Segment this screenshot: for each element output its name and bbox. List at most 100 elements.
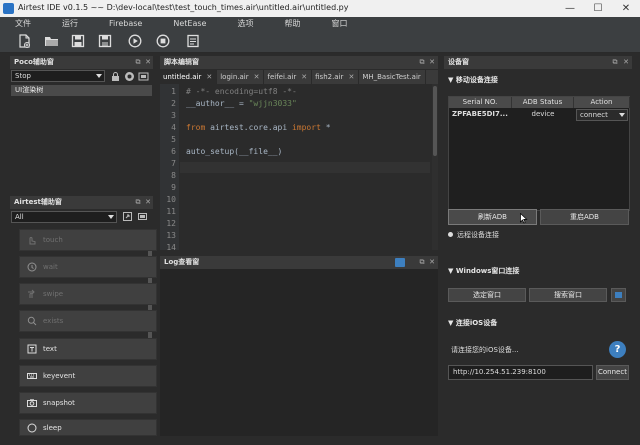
menu-netease[interactable]: NetEase — [173, 17, 206, 31]
log-view[interactable] — [160, 269, 438, 436]
swipe-icon — [26, 289, 37, 300]
window-settings-icon[interactable] — [611, 288, 626, 302]
settings-icon[interactable] — [137, 211, 148, 222]
hand-icon — [26, 235, 37, 246]
text-button[interactable]: text — [19, 338, 157, 360]
code-line-4: from airtest.core.api import * — [186, 123, 331, 132]
tab-feifei[interactable]: feifei.air ✕ — [264, 70, 313, 84]
code-line-6: auto_setup(__file__) — [186, 147, 283, 156]
airtest-panel-title: Airtest辅助窗 — [14, 198, 62, 206]
close-panel-icon[interactable]: ✕ — [427, 256, 437, 269]
close-icon[interactable]: ✕ — [301, 73, 307, 81]
close-panel-icon[interactable]: ✕ — [427, 56, 437, 69]
log-panel-title: Log查看窗 — [164, 258, 200, 266]
float-panel-icon[interactable]: ⧉ — [417, 256, 427, 269]
sleep-button[interactable]: sleep — [19, 419, 157, 436]
close-window-button[interactable]: ✕ — [612, 0, 640, 17]
lock-icon[interactable] — [110, 71, 121, 82]
chevron-down-icon — [96, 74, 102, 78]
record-icon[interactable] — [122, 211, 133, 222]
select-window-button[interactable]: 选定窗口 — [448, 288, 526, 302]
menu-firebase[interactable]: Firebase — [109, 17, 142, 31]
wait-button[interactable]: wait — [19, 256, 157, 278]
close-panel-icon[interactable]: ✕ — [143, 196, 153, 209]
run-icon[interactable] — [127, 33, 143, 49]
menu-bar: 文件 运行 Firebase NetEase 选项 帮助 窗口 — [0, 17, 640, 31]
remote-connect-toggle[interactable]: 远程设备连接 — [448, 230, 499, 240]
float-panel-icon[interactable]: ⧉ — [133, 56, 143, 69]
tab-fish2[interactable]: fish2.air ✕ — [312, 70, 360, 84]
restart-adb-button[interactable]: 重启ADB — [540, 209, 629, 225]
close-icon[interactable]: ✕ — [254, 73, 260, 81]
close-panel-icon[interactable]: ✕ — [621, 56, 631, 69]
app-icon — [3, 3, 14, 14]
device-status: device — [531, 110, 555, 118]
report-icon[interactable] — [185, 33, 201, 49]
keyboard-icon — [26, 371, 37, 382]
snapshot-button[interactable]: snapshot — [19, 392, 157, 414]
poco-panel: Stop UI渲染树 — [10, 69, 153, 190]
tab-untitled[interactable]: untitled.air ✕ — [160, 70, 218, 84]
tab-login[interactable]: login.air ✕ — [217, 70, 265, 84]
keyevent-button[interactable]: keyevent — [19, 365, 157, 387]
editor-panel-header: 脚本编辑窗 ⧉ ✕ — [160, 56, 438, 69]
ui-tree-root[interactable]: UI渲染树 — [11, 85, 152, 96]
editor-panel-title: 脚本编辑窗 — [164, 58, 199, 66]
airtest-filter-select[interactable]: All — [11, 211, 117, 223]
close-icon[interactable]: ✕ — [348, 73, 354, 81]
swipe-button[interactable]: swipe — [19, 283, 157, 305]
poco-panel-title: Poco辅助窗 — [14, 58, 54, 66]
search-window-button[interactable]: 搜索窗口 — [529, 288, 607, 302]
airtest-panel: All touch wait swipe exists text keyeven… — [10, 209, 157, 436]
code-line-1: # -*- encoding=utf8 -*- — [186, 87, 297, 96]
line-number: 13 — [166, 231, 176, 240]
poco-panel-header: Poco辅助窗 ⧉ ✕ — [10, 56, 153, 69]
touch-button[interactable]: touch — [19, 229, 157, 251]
stop-icon[interactable] — [155, 33, 171, 49]
text-icon — [26, 344, 37, 355]
save-icon[interactable] — [70, 33, 86, 49]
line-number: 5 — [171, 135, 176, 144]
line-number: 14 — [166, 243, 176, 252]
menu-run[interactable]: 运行 — [62, 17, 78, 31]
float-panel-icon[interactable]: ⧉ — [133, 196, 143, 209]
close-icon[interactable]: ✕ — [206, 73, 212, 81]
line-number: 11 — [166, 207, 176, 216]
col-action: Action — [574, 97, 630, 108]
col-serial: Serial NO. — [449, 97, 512, 108]
help-icon[interactable]: ? — [609, 341, 626, 358]
close-panel-icon[interactable]: ✕ — [143, 56, 153, 69]
col-adb-status: ADB Status — [512, 97, 574, 108]
device-panel-header: 设备窗 ⧉ ✕ — [444, 56, 632, 69]
menu-file[interactable]: 文件 — [15, 17, 31, 31]
save-as-icon[interactable] — [97, 33, 113, 49]
editor-scrollbar[interactable] — [432, 84, 438, 250]
menu-window[interactable]: 窗口 — [331, 17, 347, 31]
menu-help[interactable]: 帮助 — [284, 17, 300, 31]
code-line-2: __author__ = "wjjn3033" — [186, 99, 297, 108]
line-number: 7 — [171, 159, 176, 168]
menu-options[interactable]: 选项 — [237, 17, 253, 31]
clock-icon — [26, 262, 37, 273]
tab-mh-basictest[interactable]: MH_BasicTest.air — [359, 70, 426, 84]
new-script-icon[interactable] — [16, 33, 32, 49]
ios-url-input[interactable]: http://10.254.51.239:8100 — [448, 365, 593, 380]
minimize-button[interactable]: — — [556, 0, 584, 17]
line-number: 1 — [171, 87, 176, 96]
maximize-button[interactable]: ☐ — [584, 0, 612, 17]
float-panel-icon[interactable]: ⧉ — [610, 56, 620, 69]
line-number: 9 — [171, 183, 176, 192]
author-identifier: __author__ = "wjjn3033" — [186, 99, 297, 108]
exists-button[interactable]: exists — [19, 310, 157, 332]
refresh-tree-icon[interactable] — [124, 71, 135, 82]
mobile-section-title: ▼ 移动设备连接 — [448, 76, 498, 84]
screenshot-icon[interactable] — [138, 71, 149, 82]
device-action-select[interactable]: connect — [576, 109, 628, 121]
poco-mode-select[interactable]: Stop — [11, 70, 105, 82]
float-panel-icon[interactable]: ⧉ — [417, 56, 427, 69]
device-panel-title: 设备窗 — [448, 58, 469, 66]
filter-icon[interactable] — [395, 258, 405, 267]
open-folder-icon[interactable] — [43, 33, 59, 49]
code-editor[interactable]: 1 2 3 4 5 6 7 8 9 10 11 12 13 14 # -*- e… — [160, 84, 438, 252]
ios-connect-button[interactable]: Connect — [596, 365, 629, 380]
